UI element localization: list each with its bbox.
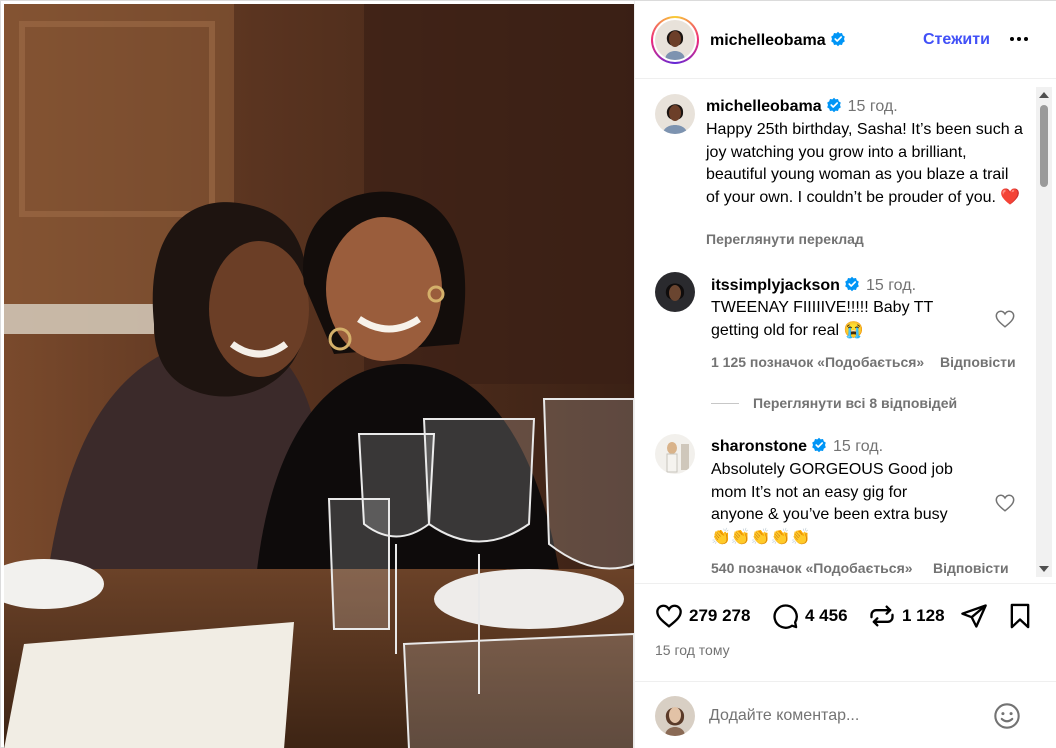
more-horizontal-icon[interactable]: [1007, 27, 1031, 51]
author-username[interactable]: michelleobama: [710, 31, 846, 50]
comment-text-line: Absolutely GORGEOUS Good job: [711, 461, 953, 478]
caption-text: Happy 25th birthday, Sasha! It’s been su…: [706, 119, 1026, 209]
caption-time[interactable]: 15 год.: [848, 98, 898, 115]
comment-text-line: mom It’s not an easy gig for: [711, 483, 908, 501]
verified-badge-icon: [845, 276, 859, 292]
verified-badge-icon: [812, 437, 826, 453]
like-button[interactable]: 279 278: [655, 602, 750, 630]
share-button[interactable]: [960, 602, 988, 630]
comment-text-line: TWEENAY FIIIIIVE!!!!! Baby TT: [711, 299, 934, 316]
comment-time[interactable]: 15 год.: [866, 277, 916, 294]
caption-body: Happy 25th birthday, Sasha! It’s been su…: [706, 121, 1023, 206]
current-user-avatar-image: [655, 696, 695, 736]
comment-author[interactable]: itssimplyjackson 15 год.: [711, 276, 916, 295]
post-header: michelleobama Стежити: [635, 1, 1056, 79]
comment-icon: [773, 604, 798, 629]
caption-avatar-image: [655, 94, 695, 134]
scroll-up-arrow-icon[interactable]: [1039, 92, 1049, 98]
like-comment-heart-icon[interactable]: [994, 308, 1016, 330]
comments-list[interactable]: michelleobama 15 год. Happy 25th birthda…: [635, 80, 1056, 580]
comment-avatar-image: [655, 434, 695, 474]
verified-badge-icon: [826, 97, 841, 113]
follow-button[interactable]: Стежити: [923, 31, 990, 49]
post-actions: 279 278 4 456 1 128 15 год тому: [635, 583, 1056, 667]
reply-link[interactable]: Відповісти: [940, 354, 1016, 370]
scroll-thumb[interactable]: [1040, 105, 1048, 187]
comments-scrollbar[interactable]: [1036, 87, 1052, 577]
heart-icon: [656, 604, 682, 628]
comment-author-text[interactable]: itssimplyjackson: [711, 277, 840, 294]
photo-illustration: [4, 4, 634, 748]
comment-time[interactable]: 15 год.: [833, 438, 883, 455]
repost-icon: [870, 605, 894, 627]
caption-emoji: ❤️: [1000, 188, 1021, 206]
see-translation-link[interactable]: Переглянути переклад: [706, 231, 864, 247]
bookmark-icon: [1010, 603, 1030, 629]
reposts-count[interactable]: 1 128: [902, 606, 945, 626]
repost-button[interactable]: 1 128: [868, 602, 945, 630]
author-username-text[interactable]: michelleobama: [710, 32, 826, 49]
post-photo[interactable]: [4, 4, 634, 748]
replies-divider: [711, 403, 739, 404]
comment-avatar[interactable]: [655, 434, 695, 474]
send-icon: [961, 604, 987, 628]
comment-avatar[interactable]: [655, 272, 695, 312]
comment-author-text[interactable]: sharonstone: [711, 438, 807, 455]
caption-author[interactable]: michelleobama 15 год.: [706, 97, 898, 116]
post-timestamp[interactable]: 15 год тому: [655, 642, 730, 658]
comment-likes-count[interactable]: 1 125 позначок «Подобається»: [711, 354, 924, 370]
emoji-icon[interactable]: [993, 702, 1021, 730]
post-dialog: michelleobama Стежити michelleobama 15 г…: [0, 0, 1056, 748]
likes-count[interactable]: 279 278: [689, 606, 750, 626]
comment-text: TWEENAY FIIIIIVE!!!!! Baby TT getting ol…: [711, 297, 1001, 342]
comment-text-line: anyone & you’ve been extra busy: [711, 506, 948, 523]
caption-author-text[interactable]: michelleobama: [706, 98, 822, 115]
comment-input[interactable]: [709, 704, 989, 728]
scroll-down-arrow-icon[interactable]: [1039, 566, 1049, 572]
view-replies-link[interactable]: Переглянути всі 8 відповідей: [753, 395, 957, 411]
comment-likes-count[interactable]: 540 позначок «Подобається»: [711, 560, 913, 576]
save-button[interactable]: [1006, 602, 1034, 630]
comment-text: Absolutely GORGEOUS Good job mom It’s no…: [711, 459, 1001, 549]
caption-avatar[interactable]: [655, 94, 695, 134]
comment-text-line: 👏👏👏👏👏: [711, 528, 811, 546]
author-avatar-image: [655, 20, 695, 60]
like-comment-heart-icon[interactable]: [994, 492, 1016, 514]
author-avatar[interactable]: [651, 16, 699, 64]
comments-count[interactable]: 4 456: [805, 606, 848, 626]
reply-link[interactable]: Відповісти: [933, 560, 1009, 576]
current-user-avatar: [655, 696, 695, 736]
add-comment-bar: [635, 681, 1056, 748]
comment-avatar-image: [655, 272, 695, 312]
verified-badge-icon: [830, 31, 845, 47]
comment-author[interactable]: sharonstone 15 год.: [711, 437, 883, 456]
comment-button[interactable]: 4 456: [771, 602, 848, 630]
post-side-panel: michelleobama Стежити michelleobama 15 г…: [634, 1, 1056, 748]
comment-text-line: getting old for real 😭: [711, 321, 864, 339]
